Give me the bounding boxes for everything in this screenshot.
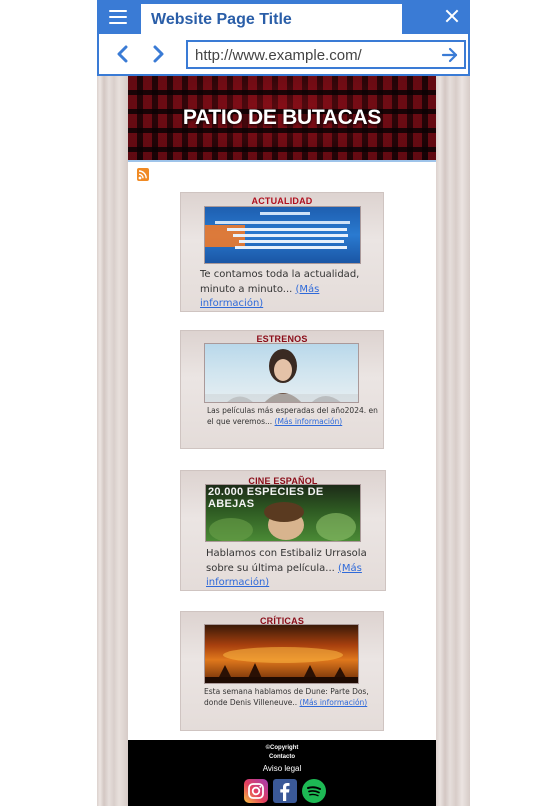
- card-thumbnail[interactable]: 20.000 ESPECIES DE ABEJAS: [205, 484, 361, 542]
- copyright-text: ©Copyright: [265, 745, 299, 751]
- card-estrenos: ESTRENOS Las películas más esperadas del…: [180, 330, 384, 449]
- site-content: PATIO DE BUTACAS ACTUALIDAD Te contamos …: [128, 76, 436, 806]
- card-description: Te contamos toda la actualidad, minuto a…: [200, 269, 360, 309]
- more-info-link[interactable]: (Más información): [300, 698, 368, 707]
- tab-title: Website Page Title: [151, 11, 292, 28]
- go-arrow-icon[interactable]: [441, 46, 459, 64]
- url-text: http://www.example.com/: [195, 47, 362, 64]
- tab-bar: Website Page Title: [97, 0, 470, 34]
- contact-link[interactable]: Contacto: [128, 754, 436, 760]
- browser-tab[interactable]: Website Page Title: [141, 4, 402, 34]
- menu-icon[interactable]: [109, 10, 127, 24]
- card-criticas: CRÍTICAS Esta semana hablamos de Dune: P…: [180, 611, 384, 731]
- card-thumbnail[interactable]: [204, 343, 359, 403]
- card-title[interactable]: ACTUALIDAD: [181, 196, 383, 206]
- legal-notice-link[interactable]: Aviso legal: [128, 764, 436, 773]
- card-cine-espanol: CINE ESPAÑOL 20.000 ESPECIES DE ABEJAS H…: [180, 470, 386, 591]
- thumbnail-caption: 20.000 ESPECIES DE ABEJAS: [208, 486, 324, 510]
- more-info-link[interactable]: (Más información): [275, 417, 343, 426]
- url-input[interactable]: http://www.example.com/: [186, 40, 466, 69]
- site-title: PATIO DE BUTACAS: [182, 106, 382, 129]
- card-thumbnail[interactable]: [204, 624, 359, 684]
- card-description: Las películas más esperadas del año2024.…: [207, 406, 378, 426]
- instagram-icon[interactable]: [244, 779, 268, 803]
- rss-icon[interactable]: [137, 168, 149, 181]
- wood-background-left: [97, 76, 128, 806]
- site-footer: ©Copyright Contacto Aviso legal: [128, 740, 436, 806]
- wood-background-right: [436, 76, 470, 806]
- spotify-icon[interactable]: [302, 779, 326, 803]
- card-description: Hablamos con Estibaliz Urrasola sobre su…: [206, 548, 367, 588]
- browser-window: Website Page Title http://www.example.co…: [97, 0, 470, 806]
- forward-arrow-icon[interactable]: [148, 44, 168, 64]
- header-banner: PATIO DE BUTACAS: [128, 76, 436, 162]
- back-arrow-icon[interactable]: [113, 44, 133, 64]
- card-description: Esta semana hablamos de Dune: Parte Dos,…: [204, 687, 369, 707]
- card-thumbnail[interactable]: [204, 206, 361, 264]
- address-bar: http://www.example.com/: [97, 34, 470, 76]
- facebook-icon[interactable]: [273, 779, 297, 803]
- close-icon[interactable]: [444, 8, 460, 24]
- card-actualidad: ACTUALIDAD Te contamos toda la actualida…: [180, 192, 384, 312]
- page-viewport: PATIO DE BUTACAS ACTUALIDAD Te contamos …: [97, 76, 470, 806]
